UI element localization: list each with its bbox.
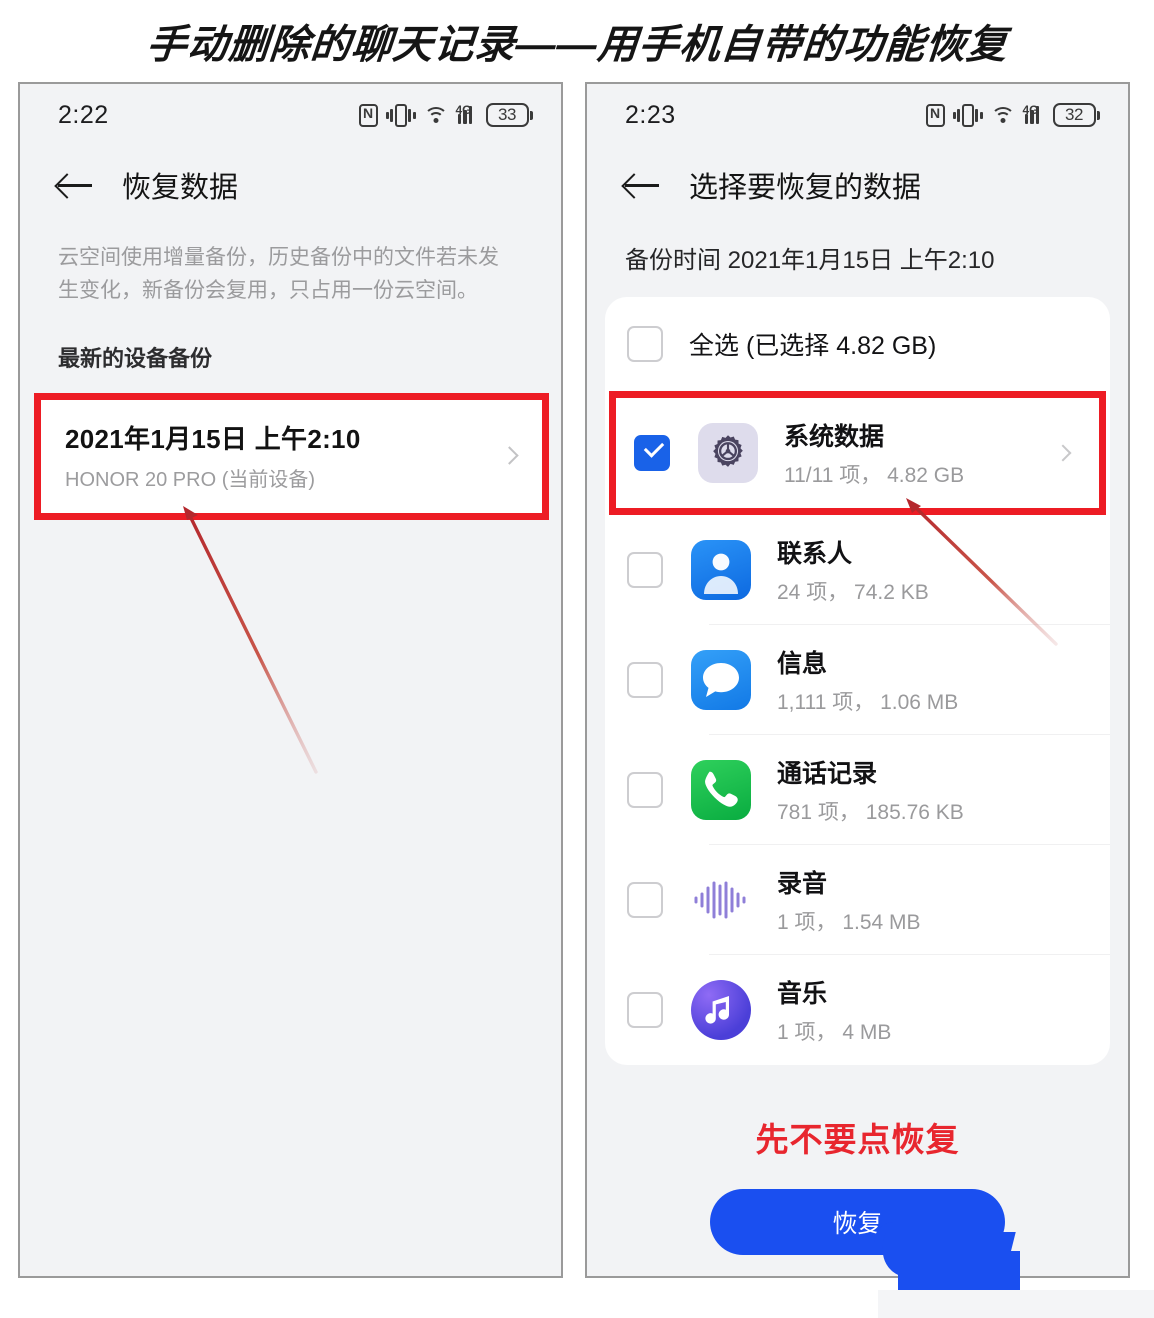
wifi-icon — [423, 105, 448, 125]
battery-percent-label: 32 — [1065, 105, 1083, 124]
nfc-icon — [925, 102, 945, 127]
right-phone-screen: 2:23 4G 32 选择要恢 — [585, 82, 1130, 1278]
left-page-title: 恢复数据 — [122, 172, 239, 204]
item-checkbox-music[interactable] — [627, 992, 663, 1028]
list-item[interactable]: 信息 1,111 项， 1.06 MB — [605, 625, 1110, 735]
item-detail: 1 项， 4 MB — [777, 1021, 892, 1044]
item-text: 系统数据 11/11 项， 4.82 GB — [784, 417, 964, 489]
signal-icon: 4G — [455, 103, 478, 124]
data-selection-list: 全选 (已选择 4.82 GB) 系统数据 11/11 项， 4.82 GB 联… — [605, 297, 1110, 1065]
item-detail: 1,111 项， 1.06 MB — [777, 691, 959, 714]
battery-percent-label: 33 — [498, 105, 516, 124]
left-nav-bar: 恢复数据 — [20, 146, 561, 220]
list-item[interactable]: 系统数据 11/11 项， 4.82 GB — [616, 398, 1099, 508]
list-item[interactable]: 录音 1 项， 1.54 MB — [605, 845, 1110, 955]
do-not-tap-restore-annotation: 先不要点恢复 — [755, 1121, 960, 1158]
item-name: 信息 — [777, 650, 828, 678]
item-checkbox-messages[interactable] — [627, 662, 663, 698]
item-name: 录音 — [777, 870, 828, 898]
left-phone-screen: 2:22 4G 33 恢复数据 — [18, 82, 563, 1278]
backup-item-text: 2021年1月15日 上午2:10 HONOR 20 PRO (当前设备) — [65, 419, 361, 492]
status-icon-group: 4G 33 — [358, 102, 533, 127]
back-arrow-icon[interactable] — [623, 170, 661, 200]
item-checkbox-system-data[interactable] — [634, 435, 670, 471]
item-text: 录音 1 项， 1.54 MB — [777, 864, 921, 936]
nfc-icon — [358, 102, 378, 127]
item-name: 系统数据 — [784, 423, 885, 451]
backup-time-label: 备份时间 2021年1月15日 上午2:10 — [625, 247, 995, 274]
battery-icon: 33 — [485, 103, 533, 127]
latest-backup-section-header: 最新的设备备份 — [58, 346, 213, 372]
page-title: 手动删除的聊天记录——用手机自带的功能恢复 — [144, 23, 1010, 67]
chevron-right-icon — [1054, 444, 1072, 462]
phone-handset-icon — [691, 760, 751, 820]
item-text: 通话记录 781 项， 185.76 KB — [777, 754, 964, 826]
wifi-icon — [990, 105, 1015, 125]
backup-item-highlight-box: 2021年1月15日 上午2:10 HONOR 20 PRO (当前设备) — [34, 393, 549, 521]
status-clock: 2:23 — [625, 100, 676, 129]
contacts-person-icon — [691, 540, 751, 600]
item-checkbox-sound-recorder[interactable] — [627, 882, 663, 918]
battery-icon: 32 — [1052, 103, 1100, 127]
page-banner: 手动删除的聊天记录——用手机自带的功能恢复 — [0, 0, 1154, 82]
item-name: 通话记录 — [777, 760, 878, 788]
backup-list-item[interactable]: 2021年1月15日 上午2:10 HONOR 20 PRO (当前设备) — [41, 400, 542, 514]
select-all-row[interactable]: 全选 (已选择 4.82 GB) — [605, 297, 1110, 391]
backup-item-device: HONOR 20 PRO (当前设备) — [65, 469, 316, 492]
sound-recorder-waveform-icon — [691, 870, 751, 930]
item-detail: 24 项， 74.2 KB — [777, 581, 929, 604]
music-note-icon — [691, 980, 751, 1040]
chevron-right-icon — [500, 446, 519, 465]
select-all-checkbox[interactable] — [627, 326, 663, 362]
network-type-label: 4G — [1022, 103, 1039, 117]
item-detail: 11/11 项， 4.82 GB — [784, 464, 965, 487]
restore-button[interactable]: 恢复 — [710, 1189, 1005, 1255]
vibrate-icon — [385, 103, 416, 127]
item-detail: 781 项， 185.76 KB — [777, 801, 964, 824]
item-text: 音乐 1 项， 4 MB — [777, 974, 891, 1046]
select-all-label: 全选 (已选择 4.82 GB) — [689, 332, 937, 360]
item-checkbox-contacts[interactable] — [627, 552, 663, 588]
item-text: 联系人 24 项， 74.2 KB — [777, 534, 929, 606]
network-type-label: 4G — [455, 103, 472, 117]
cloud-backup-description: 云空间使用增量备份，历史备份中的文件若未发生变化，新备份会复用，只占用一份云空间… — [58, 246, 499, 302]
item-checkbox-call-log[interactable] — [627, 772, 663, 808]
gear-icon — [698, 423, 758, 483]
signal-icon: 4G — [1022, 103, 1045, 124]
right-nav-bar: 选择要恢复的数据 — [587, 146, 1128, 220]
right-page-title: 选择要恢复的数据 — [689, 172, 922, 204]
phone-screenshots-row: 2:22 4G 33 恢复数据 — [0, 82, 1154, 1315]
right-status-bar: 2:23 4G 32 — [587, 84, 1128, 146]
item-name: 音乐 — [777, 980, 828, 1008]
system-data-highlight-box: 系统数据 11/11 项， 4.82 GB — [609, 391, 1106, 515]
item-detail: 1 项， 1.54 MB — [777, 911, 921, 934]
status-clock: 2:22 — [58, 100, 109, 129]
back-arrow-icon[interactable] — [56, 170, 94, 200]
list-item[interactable]: 音乐 1 项， 4 MB — [605, 955, 1110, 1065]
left-status-bar: 2:22 4G 33 — [20, 84, 561, 146]
item-name: 联系人 — [777, 540, 853, 568]
message-bubble-icon — [691, 650, 751, 710]
vibrate-icon — [952, 103, 983, 127]
backup-item-date: 2021年1月15日 上午2:10 — [65, 424, 361, 455]
status-icon-group: 4G 32 — [925, 102, 1100, 127]
list-item[interactable]: 通话记录 781 项， 185.76 KB — [605, 735, 1110, 845]
list-item[interactable]: 联系人 24 项， 74.2 KB — [605, 515, 1110, 625]
item-text: 信息 1,111 项， 1.06 MB — [777, 644, 958, 716]
